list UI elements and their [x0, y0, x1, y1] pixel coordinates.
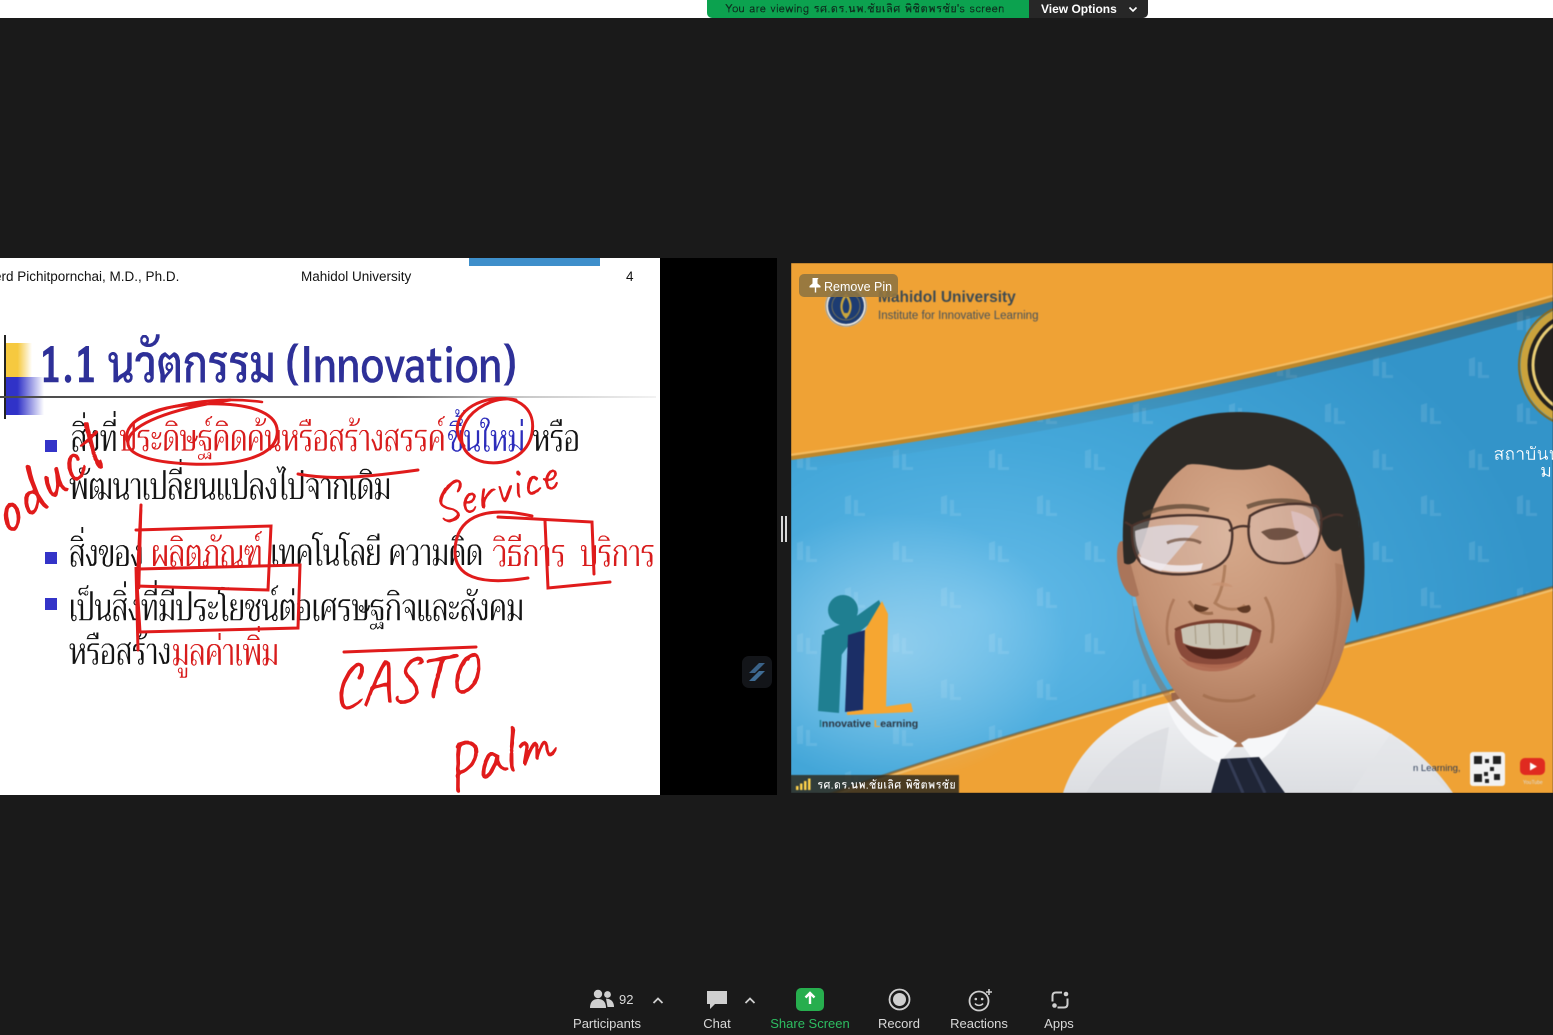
svg-text:Remove Pin: Remove Pin	[824, 280, 892, 294]
